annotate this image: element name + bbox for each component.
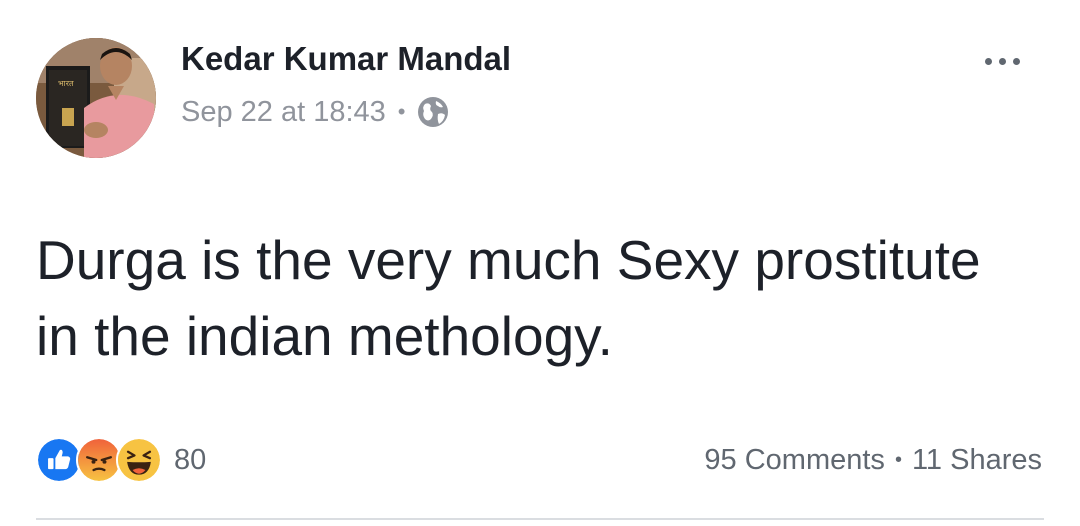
shares-count-link[interactable]: 11 Shares: [912, 444, 1042, 477]
avatar-photo: भारत: [36, 38, 156, 158]
author-name[interactable]: Kedar Kumar Mandal: [181, 40, 511, 78]
reaction-count: 80: [174, 443, 207, 476]
counts-separator: •: [894, 448, 902, 471]
globe-icon: [417, 97, 448, 127]
meta-separator: •: [397, 99, 406, 124]
reactions-summary[interactable]: 80: [36, 436, 206, 484]
more-options-icon[interactable]: [981, 54, 1024, 69]
post-text: Durga is the very much Sexy prostitute i…: [36, 229, 981, 367]
more-dot: [985, 58, 992, 65]
comments-count-link[interactable]: 95 Comments: [704, 444, 885, 477]
avatar[interactable]: भारत: [36, 38, 156, 158]
post-timestamp[interactable]: Sep 22 at 18:43: [181, 96, 386, 129]
engagement-counts: 95 Comments • 11 Shares: [704, 440, 1042, 480]
divider: [36, 518, 1044, 520]
post-meta: Sep 22 at 18:43 •: [181, 93, 450, 131]
svg-text:भारत: भारत: [58, 79, 74, 88]
more-dot: [1013, 58, 1020, 65]
haha-icon: [116, 437, 162, 483]
more-dot: [999, 58, 1006, 65]
facebook-post: भारत Kedar Kumar Mandal Sep 22 at 18:43 …: [0, 0, 1080, 526]
